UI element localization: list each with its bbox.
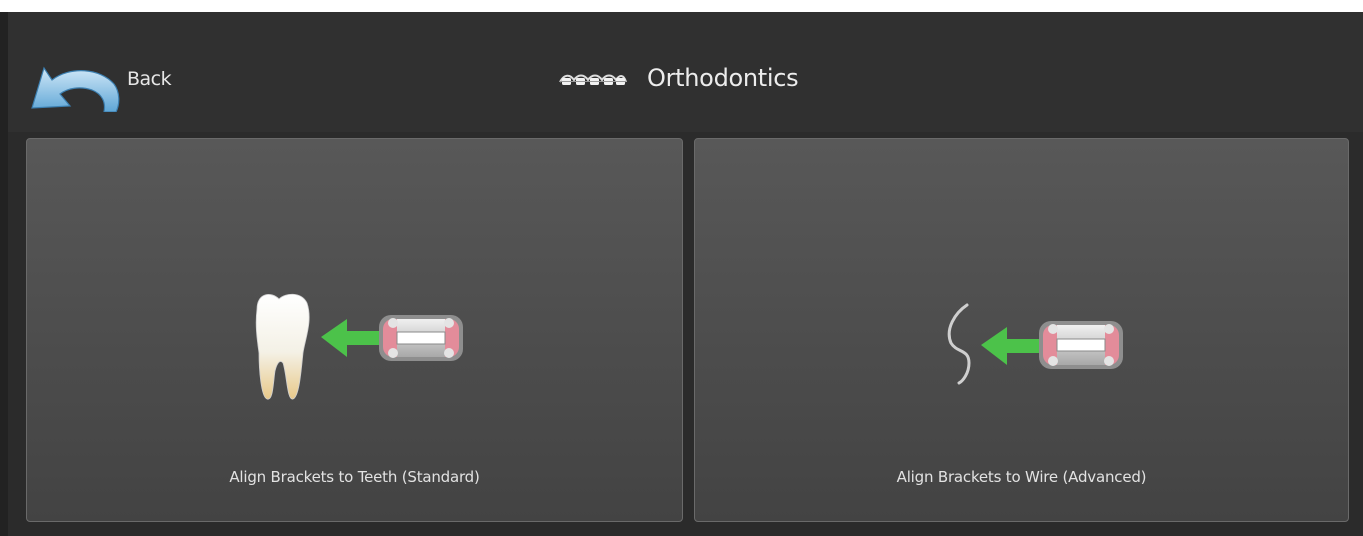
back-button[interactable]: Back [30, 56, 190, 116]
back-label: Back [127, 68, 172, 90]
align-to-wire-button[interactable]: Align Brackets to Wire (Advanced) [694, 138, 1349, 522]
braces-icon [559, 74, 627, 85]
back-arrow-icon [31, 66, 120, 112]
wire-bracket-icon [947, 303, 1123, 385]
option-label: Align Brackets to Wire (Advanced) [896, 468, 1147, 486]
tooth-bracket-icon [255, 293, 463, 400]
option-label: Align Brackets to Teeth (Standard) [229, 468, 480, 486]
app-frame: Back Orthodontics Align Brackets to Teet… [0, 12, 1363, 536]
title-group: Orthodontics [558, 62, 918, 98]
align-to-teeth-button[interactable]: Align Brackets to Teeth (Standard) [26, 138, 683, 522]
page-title: Orthodontics [647, 64, 799, 92]
header-bar: Back Orthodontics [8, 12, 1363, 132]
